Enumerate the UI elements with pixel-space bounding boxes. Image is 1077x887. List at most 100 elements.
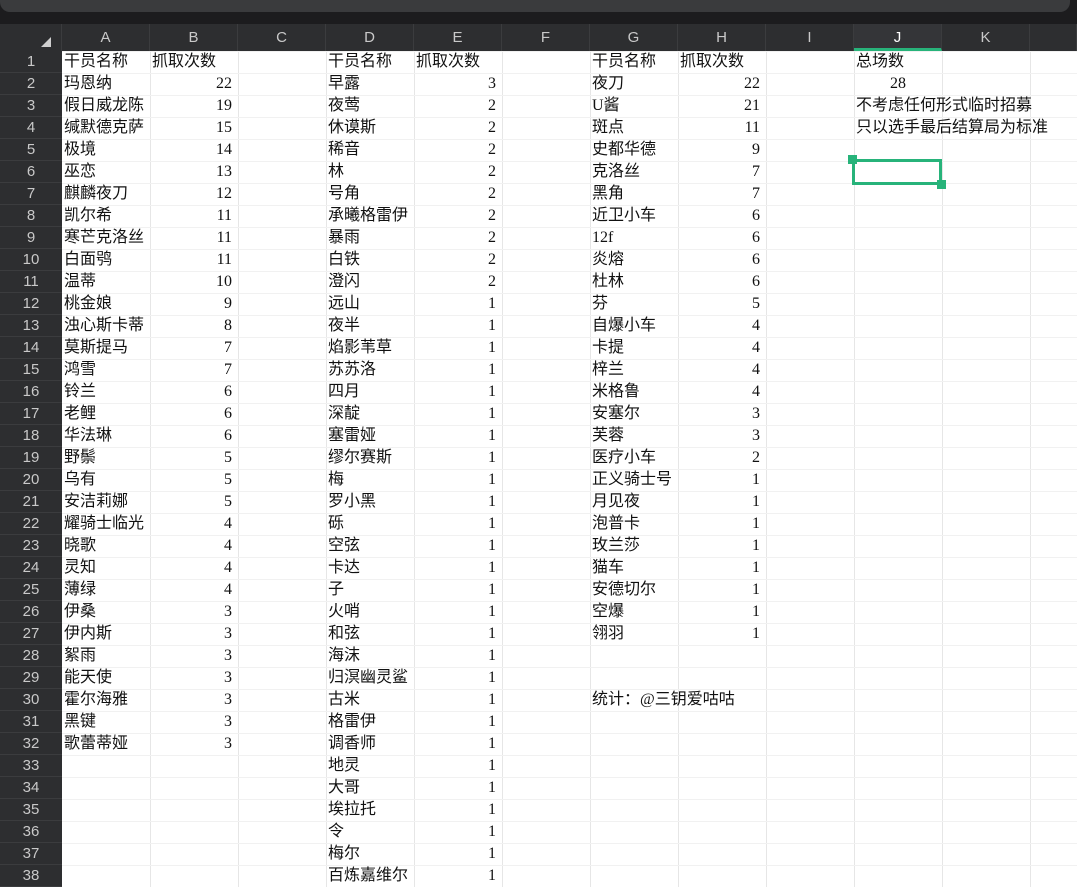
table1-count-cell[interactable]: 3 (150, 601, 238, 623)
table1-name-cell[interactable]: 寒芒克洛丝 (62, 227, 150, 249)
table2-count-cell[interactable]: 1 (414, 359, 502, 381)
table1-name-cell[interactable]: 灵知 (62, 557, 150, 579)
table1-count-cell[interactable]: 8 (150, 315, 238, 337)
table2-name-cell[interactable]: 远山 (326, 293, 414, 315)
row-header-27[interactable]: 27 (0, 623, 62, 645)
table2-name-cell[interactable]: 澄闪 (326, 271, 414, 293)
table3-name-cell[interactable]: 史都华德 (590, 139, 678, 161)
row-header-29[interactable]: 29 (0, 667, 62, 689)
row-header-21[interactable]: 21 (0, 491, 62, 513)
table1-count-cell[interactable]: 11 (150, 249, 238, 271)
header-cell-b[interactable]: 抓取次数 (150, 51, 238, 73)
table2-name-cell[interactable]: 四月 (326, 381, 414, 403)
row-header-31[interactable]: 31 (0, 711, 62, 733)
table1-count-cell[interactable]: 3 (150, 733, 238, 755)
table3-count-cell[interactable]: 1 (678, 491, 766, 513)
table2-count-cell[interactable]: 2 (414, 117, 502, 139)
table2-name-cell[interactable]: 百炼嘉维尔 (326, 865, 414, 887)
table2-name-cell[interactable]: 深靛 (326, 403, 414, 425)
table2-name-cell[interactable]: 古米 (326, 689, 414, 711)
table3-count-cell[interactable]: 5 (678, 293, 766, 315)
table1-count-cell[interactable]: 9 (150, 293, 238, 315)
table3-count-cell[interactable]: 1 (678, 557, 766, 579)
row-header-30[interactable]: 30 (0, 689, 62, 711)
table2-count-cell[interactable]: 2 (414, 271, 502, 293)
table3-count-cell[interactable]: 1 (678, 623, 766, 645)
row-header-37[interactable]: 37 (0, 843, 62, 865)
table2-name-cell[interactable]: 夜半 (326, 315, 414, 337)
table1-count-cell[interactable]: 15 (150, 117, 238, 139)
table2-name-cell[interactable]: 地灵 (326, 755, 414, 777)
table3-count-cell[interactable]: 6 (678, 227, 766, 249)
table3-name-cell[interactable]: 猫车 (590, 557, 678, 579)
table2-name-cell[interactable]: 塞雷娅 (326, 425, 414, 447)
column-header-k[interactable]: K (942, 24, 1030, 51)
table2-count-cell[interactable]: 1 (414, 689, 502, 711)
table2-count-cell[interactable]: 1 (414, 425, 502, 447)
table2-name-cell[interactable]: 子 (326, 579, 414, 601)
table1-count-cell[interactable]: 3 (150, 623, 238, 645)
table2-name-cell[interactable]: 稀音 (326, 139, 414, 161)
table1-name-cell[interactable]: 晓歌 (62, 535, 150, 557)
header-cell-g[interactable]: 干员名称 (590, 51, 678, 73)
table2-count-cell[interactable]: 1 (414, 293, 502, 315)
column-header-h[interactable]: H (678, 24, 766, 51)
table3-name-cell[interactable]: 翎羽 (590, 623, 678, 645)
table2-name-cell[interactable]: 大哥 (326, 777, 414, 799)
note-cell-1[interactable]: 不考虑任何形式临时招募 (854, 95, 1032, 117)
table1-count-cell[interactable]: 4 (150, 557, 238, 579)
table1-name-cell[interactable]: 老鲤 (62, 403, 150, 425)
table1-name-cell[interactable]: 伊内斯 (62, 623, 150, 645)
table3-count-cell[interactable]: 21 (678, 95, 766, 117)
column-header-d[interactable]: D (326, 24, 414, 51)
table2-name-cell[interactable]: 空弦 (326, 535, 414, 557)
table1-name-cell[interactable]: 莫斯提马 (62, 337, 150, 359)
row-header-5[interactable]: 5 (0, 139, 62, 161)
table3-name-cell[interactable]: 克洛丝 (590, 161, 678, 183)
column-header-j[interactable]: J (854, 24, 942, 51)
table1-name-cell[interactable]: 假日威龙陈 (62, 95, 150, 117)
table2-count-cell[interactable]: 2 (414, 249, 502, 271)
table2-count-cell[interactable]: 1 (414, 755, 502, 777)
table1-count-cell[interactable]: 4 (150, 513, 238, 535)
column-header-f[interactable]: F (502, 24, 590, 51)
column-header-b[interactable]: B (150, 24, 238, 51)
header-cell-d[interactable]: 干员名称 (326, 51, 414, 73)
table1-name-cell[interactable]: 伊桑 (62, 601, 150, 623)
header-cell-j[interactable]: 总场数 (854, 51, 942, 73)
header-cell-e[interactable]: 抓取次数 (414, 51, 502, 73)
table2-name-cell[interactable]: 号角 (326, 183, 414, 205)
table1-count-cell[interactable]: 11 (150, 227, 238, 249)
row-header-11[interactable]: 11 (0, 271, 62, 293)
table3-name-cell[interactable]: U酱 (590, 95, 678, 117)
table1-name-cell[interactable]: 玛恩纳 (62, 73, 150, 95)
table2-count-cell[interactable]: 1 (414, 777, 502, 799)
table2-name-cell[interactable]: 暴雨 (326, 227, 414, 249)
table2-name-cell[interactable]: 卡达 (326, 557, 414, 579)
table2-name-cell[interactable]: 梅 (326, 469, 414, 491)
row-header-13[interactable]: 13 (0, 315, 62, 337)
table2-name-cell[interactable]: 苏苏洛 (326, 359, 414, 381)
table3-count-cell[interactable]: 4 (678, 337, 766, 359)
row-header-35[interactable]: 35 (0, 799, 62, 821)
row-header-16[interactable]: 16 (0, 381, 62, 403)
table3-name-cell[interactable]: 月见夜 (590, 491, 678, 513)
table1-name-cell[interactable]: 歌蕾蒂娅 (62, 733, 150, 755)
total-value-cell[interactable]: 28 (854, 73, 942, 95)
table1-count-cell[interactable]: 6 (150, 425, 238, 447)
table1-count-cell[interactable]: 5 (150, 491, 238, 513)
select-all-corner[interactable] (0, 24, 62, 51)
row-header-20[interactable]: 20 (0, 469, 62, 491)
row-header-18[interactable]: 18 (0, 425, 62, 447)
selection-fill-handle[interactable] (937, 180, 946, 189)
table2-count-cell[interactable]: 2 (414, 139, 502, 161)
table3-name-cell[interactable]: 泡普卡 (590, 513, 678, 535)
table2-name-cell[interactable]: 调香师 (326, 733, 414, 755)
table3-name-cell[interactable]: 自爆小车 (590, 315, 678, 337)
table2-count-cell[interactable]: 2 (414, 95, 502, 117)
table1-name-cell[interactable]: 鸿雪 (62, 359, 150, 381)
table3-count-cell[interactable]: 7 (678, 161, 766, 183)
table2-count-cell[interactable]: 1 (414, 601, 502, 623)
table1-count-cell[interactable]: 12 (150, 183, 238, 205)
row-header-26[interactable]: 26 (0, 601, 62, 623)
